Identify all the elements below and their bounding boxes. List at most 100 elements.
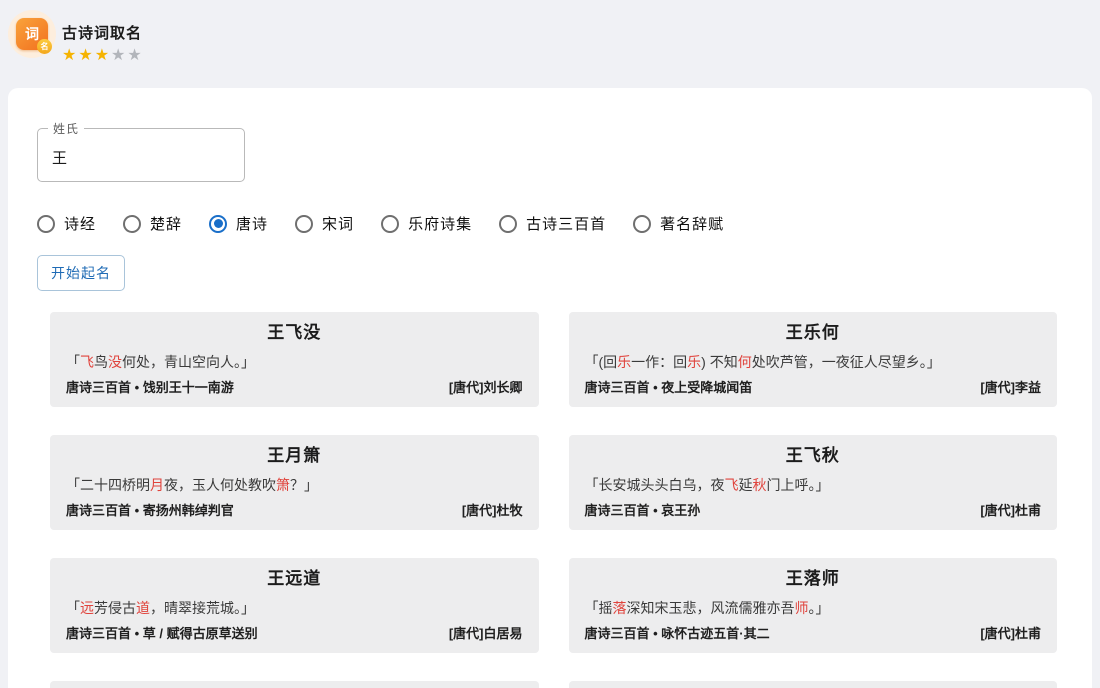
category-radio-option[interactable]: 宋词 (295, 213, 354, 234)
generated-name: 王远道 (66, 567, 523, 591)
category-radio-option[interactable]: 诗经 (37, 213, 96, 234)
name-result-card: 王飞秋 「长安城头头白乌，夜飞延秋门上呼。」 唐诗三百首 • 哀王孙 [唐代]杜… (569, 435, 1058, 530)
name-result-card-partial (50, 681, 539, 688)
quote-text: 处吹芦管，一夜征人尽望乡。」 (752, 354, 941, 370)
quote-text: 门上呼。」 (767, 477, 830, 493)
radio-button-icon[interactable] (209, 215, 227, 233)
quote-text: 延 (739, 477, 753, 493)
poem-source: 唐诗三百首 • 咏怀古迹五首·其二 (585, 625, 770, 643)
name-character-highlight: 飞 (80, 354, 94, 370)
poem-quote: 「二十四桥明月夜，玉人何处教吹箫？」 (66, 475, 523, 495)
poem-source: 唐诗三百首 • 寄扬州韩绰判官 (66, 502, 234, 520)
name-result-card: 王飞没 「飞鸟没何处，青山空向人。」 唐诗三百首 • 饯别王十一南游 [唐代]刘… (50, 312, 539, 407)
name-result-card-partial (569, 681, 1058, 688)
radio-option-label: 乐府诗集 (408, 213, 472, 234)
surname-field-label: 姓氏 (48, 120, 84, 137)
category-radio-option[interactable]: 著名辞赋 (633, 213, 724, 234)
quote-text: ？」 (290, 477, 318, 493)
name-character-highlight: 月 (150, 477, 164, 493)
poem-source: 唐诗三百首 • 哀王孙 (585, 502, 701, 520)
star-icon: ★ (78, 47, 94, 64)
name-character-highlight: 师 (795, 600, 809, 616)
radio-option-label: 古诗三百首 (526, 213, 606, 234)
poem-author: [唐代]李益 (980, 379, 1041, 397)
logo-main-char: 词 (25, 24, 39, 44)
title-block: 古诗词取名 ★★★★★ (62, 22, 144, 64)
category-radio-option[interactable]: 唐诗 (209, 213, 268, 234)
surname-field[interactable]: 姓氏 (37, 128, 245, 182)
star-icon: ★ (95, 47, 111, 64)
poem-author: [唐代]杜甫 (980, 625, 1041, 643)
name-result-card: 王落师 「摇落深知宋玉悲，风流儒雅亦吾师。」 唐诗三百首 • 咏怀古迹五首·其二… (569, 558, 1058, 653)
quote-text: ，晴翠接荒城。」 (150, 600, 255, 616)
quote-text: ) 不知 (701, 354, 738, 370)
radio-button-icon[interactable] (37, 215, 55, 233)
main-panel: 姓氏 诗经 楚辞 唐诗 宋词 乐府诗集 古诗三百首 著名辞赋 开始起名 王飞没 … (8, 88, 1092, 688)
category-radio-group: 诗经 楚辞 唐诗 宋词 乐府诗集 古诗三百首 著名辞赋 (37, 213, 1092, 234)
name-character-highlight: 乐 (617, 354, 631, 370)
quote-text: 夜，玉人何处教吹 (164, 477, 276, 493)
generated-name: 王飞没 (66, 321, 523, 345)
name-character-highlight: 远 (80, 600, 94, 616)
poem-author: [唐代]杜甫 (980, 502, 1041, 520)
poem-quote: 「飞鸟没何处，青山空向人。」 (66, 352, 523, 372)
name-character-highlight: 道 (136, 600, 150, 616)
category-radio-option[interactable]: 乐府诗集 (381, 213, 472, 234)
radio-option-label: 唐诗 (236, 213, 268, 234)
poem-source-row: 唐诗三百首 • 寄扬州韩绰判官 [唐代]杜牧 (66, 502, 523, 520)
quote-text: 「摇 (585, 600, 613, 616)
radio-button-icon[interactable] (123, 215, 141, 233)
name-character-highlight: 没 (108, 354, 122, 370)
quote-text: 「 (66, 354, 80, 370)
radio-button-icon[interactable] (381, 215, 399, 233)
quote-text: 「二十四桥明 (66, 477, 150, 493)
radio-button-icon[interactable] (633, 215, 651, 233)
quote-text: 鸟 (94, 354, 108, 370)
name-character-highlight: 飞 (725, 477, 739, 493)
category-radio-option[interactable]: 楚辞 (123, 213, 182, 234)
name-result-card: 王乐何 「(回乐一作：回乐) 不知何处吹芦管，一夜征人尽望乡。」 唐诗三百首 •… (569, 312, 1058, 407)
generated-name: 王飞秋 (585, 444, 1042, 468)
quote-text: 「(回 (585, 354, 618, 370)
star-icon: ★ (62, 47, 78, 64)
poem-quote: 「远芳侵古道，晴翠接荒城。」 (66, 598, 523, 618)
star-icon: ★ (127, 47, 143, 64)
quote-text: 一作：回 (631, 354, 687, 370)
poem-quote: 「长安城头头白乌，夜飞延秋门上呼。」 (585, 475, 1042, 495)
results-grid: 王飞没 「飞鸟没何处，青山空向人。」 唐诗三百首 • 饯别王十一南游 [唐代]刘… (50, 312, 1057, 688)
app-header: 词 名 古诗词取名 ★★★★★ (0, 0, 1100, 88)
app-logo-icon: 词 名 (16, 18, 48, 50)
category-radio-option[interactable]: 古诗三百首 (499, 213, 606, 234)
page-title: 古诗词取名 (62, 22, 144, 43)
radio-option-label: 宋词 (322, 213, 354, 234)
poem-author: [唐代]白居易 (449, 625, 523, 643)
radio-button-icon[interactable] (295, 215, 313, 233)
radio-option-label: 著名辞赋 (660, 213, 724, 234)
star-icon: ★ (111, 47, 127, 64)
logo-badge-char: 名 (37, 39, 52, 54)
quote-text: 芳侵古 (94, 600, 136, 616)
poem-source: 唐诗三百首 • 夜上受降城闻笛 (585, 379, 753, 397)
poem-author: [唐代]刘长卿 (449, 379, 523, 397)
name-character-highlight: 何 (738, 354, 752, 370)
generated-name: 王落师 (585, 567, 1042, 591)
poem-source-row: 唐诗三百首 • 咏怀古迹五首·其二 [唐代]杜甫 (585, 625, 1042, 643)
name-result-card: 王远道 「远芳侵古道，晴翠接荒城。」 唐诗三百首 • 草 / 赋得古原草送别 [… (50, 558, 539, 653)
rating-stars: ★★★★★ (62, 48, 144, 64)
poem-author: [唐代]杜牧 (462, 502, 523, 520)
generated-name: 王乐何 (585, 321, 1042, 345)
name-character-highlight: 落 (613, 600, 627, 616)
quote-text: 深知宋玉悲，风流儒雅亦吾 (627, 600, 795, 616)
poem-quote: 「(回乐一作：回乐) 不知何处吹芦管，一夜征人尽望乡。」 (585, 352, 1042, 372)
name-result-card: 王月箫 「二十四桥明月夜，玉人何处教吹箫？」 唐诗三百首 • 寄扬州韩绰判官 [… (50, 435, 539, 530)
quote-text: 何处，青山空向人。」 (122, 354, 255, 370)
quote-text: 「长安城头头白乌，夜 (585, 477, 725, 493)
name-character-highlight: 箫 (276, 477, 290, 493)
poem-source-row: 唐诗三百首 • 草 / 赋得古原草送别 [唐代]白居易 (66, 625, 523, 643)
app-logo: 词 名 (8, 10, 56, 58)
start-naming-button[interactable]: 开始起名 (37, 255, 125, 291)
radio-button-icon[interactable] (499, 215, 517, 233)
poem-source: 唐诗三百首 • 草 / 赋得古原草送别 (66, 625, 258, 643)
poem-source-row: 唐诗三百首 • 饯别王十一南游 [唐代]刘长卿 (66, 379, 523, 397)
poem-source-row: 唐诗三百首 • 夜上受降城闻笛 [唐代]李益 (585, 379, 1042, 397)
